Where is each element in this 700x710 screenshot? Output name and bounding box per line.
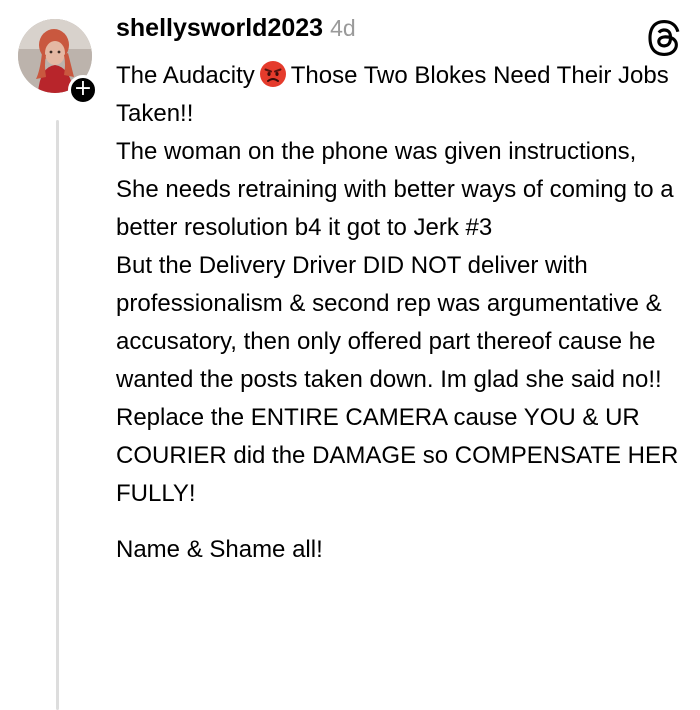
post-paragraph: The woman on the phone was given instruc… [116,138,637,165]
post-timestamp: 4d [330,15,356,41]
threads-post: + shellysworld2023 4d The Audacity Those … [0,0,700,710]
post-paragraph: Replace the ENTIRE CAMERA cause YOU & UR… [116,404,679,507]
post-paragraph: The Audacity Those Two Blokes Need Their … [116,57,686,133]
post-text-segment: The Audacity [116,62,255,89]
username-link[interactable]: shellysworld2023 [116,14,323,43]
post-paragraph: She needs retraining with better ways of… [116,176,674,241]
post-paragraph: Name & Shame all! [116,536,323,563]
post-header: shellysworld2023 4d [116,14,356,54]
plus-icon: + [73,76,93,101]
threads-logo-icon[interactable] [646,20,682,56]
follow-button[interactable]: + [68,75,98,105]
angry-face-icon [259,61,286,87]
post-paragraph: But the Delivery Driver DID NOT deliver … [116,252,662,393]
post-body: The Audacity Those Two Blokes Need Their … [116,57,686,569]
thread-connector-line [56,120,59,710]
